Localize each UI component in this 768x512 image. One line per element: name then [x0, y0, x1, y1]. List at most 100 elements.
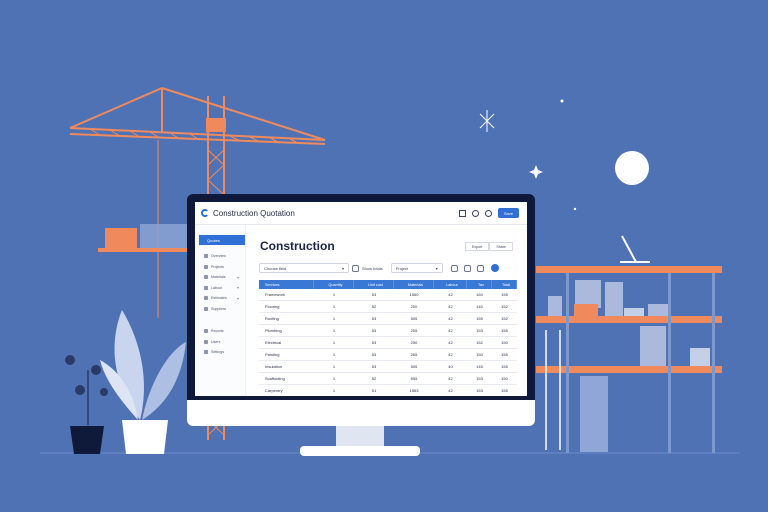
table-cell: 1: [332, 328, 336, 333]
chevron-down-icon: ▾: [236, 285, 239, 291]
table-cell: 42: [448, 328, 453, 333]
column-header[interactable]: Unit cost: [354, 280, 394, 289]
table-cell: 265: [410, 352, 418, 357]
table-cell: 160: [476, 292, 483, 297]
app-logo-icon: [201, 209, 209, 217]
table-cell: 152: [476, 340, 483, 345]
table-cell: Framework: [265, 292, 286, 297]
field-select[interactable]: Choose field ▾: [259, 263, 349, 273]
sidebar-dot-icon: [204, 296, 208, 301]
monitor-chin: [187, 400, 535, 426]
table-cell: 42: [448, 340, 453, 345]
sidebar-item[interactable]: Materials ▾: [195, 272, 245, 283]
table-row[interactable]: Insulation 1 53 505 40 145 155: [259, 361, 517, 373]
table-row[interactable]: Flooring 1 52 200 42 140 152: [259, 301, 517, 313]
sidebar-item-active[interactable]: Quotes: [199, 235, 245, 245]
sidebar-item[interactable]: Suppliers: [195, 304, 245, 315]
sidebar-item[interactable]: Users: [195, 337, 245, 348]
table-cell: 505: [410, 364, 418, 369]
sidebar-dot-icon: [204, 275, 208, 280]
page-title: Construction: [260, 239, 335, 253]
monitor-stand: [300, 446, 420, 456]
table-cell: 200: [410, 304, 418, 309]
column-header[interactable]: Tax: [467, 280, 492, 289]
table-cell: 1: [332, 292, 336, 297]
refresh-icon[interactable]: [463, 264, 471, 272]
table-cell: 152: [501, 304, 508, 309]
table-row[interactable]: Painting 1 53 265 42 150 155: [259, 349, 517, 361]
table-cell: Plumbing: [265, 328, 282, 333]
chevron-down-icon: ▾: [341, 265, 344, 271]
column-header[interactable]: Total: [492, 280, 517, 289]
table-cell: 155: [501, 292, 508, 297]
table-row[interactable]: Roofing 1 53 505 42 155 152: [259, 313, 517, 325]
sidebar-item[interactable]: Labour ▾: [195, 283, 245, 294]
sidebar: Quotes Overview Projects Materials ▾ Labo…: [195, 225, 246, 396]
user-icon[interactable]: [484, 209, 492, 217]
chevron-down-icon: ▾: [236, 274, 239, 280]
share-button[interactable]: Share: [489, 242, 513, 251]
add-icon[interactable]: [490, 264, 499, 272]
monitor: Construction Quotation Save Quotes Overv…: [187, 194, 535, 426]
window-icon[interactable]: [458, 209, 466, 217]
table-cell: 42: [448, 316, 453, 321]
moon-icon: [615, 151, 649, 185]
table-row[interactable]: Electrical 1 53 250 42 152 150: [259, 337, 517, 349]
sidebar-item[interactable]: Estimates ▾: [195, 293, 245, 304]
sparkle-icon: [529, 165, 543, 179]
sidebar-item[interactable]: Projects: [195, 262, 245, 273]
table-cell: 42: [448, 352, 453, 357]
sidebar-dot-icon: [204, 306, 208, 311]
chevron-down-icon: ▾: [435, 265, 438, 271]
table-cell: Scaffolding: [265, 376, 285, 381]
column-header[interactable]: Materials: [394, 280, 434, 289]
table-cell: 1: [332, 388, 336, 393]
filter-label: Show totals: [362, 265, 383, 271]
table-cell: 205: [410, 328, 418, 333]
table-cell: 53: [371, 364, 377, 369]
table-row[interactable]: Scaffolding 1 52 555 42 153 150: [259, 373, 517, 385]
table-row[interactable]: Plumbing 1 53 205 42 153 155: [259, 325, 517, 337]
table-cell: 555: [410, 376, 418, 381]
container: [140, 224, 188, 250]
main-content: Construction Export Share Choose field ▾…: [253, 225, 523, 396]
table-cell: 42: [448, 304, 453, 309]
table-cell: 155: [476, 316, 483, 321]
table-cell: 42: [448, 388, 453, 393]
column-header[interactable]: Labour: [434, 280, 467, 289]
sidebar-item[interactable]: Settings: [195, 347, 245, 358]
table-row[interactable]: Framework 1 53 1560 42 160 155: [259, 289, 517, 301]
table-cell: Electrical: [265, 340, 282, 345]
search-icon[interactable]: [476, 264, 484, 272]
sidebar-dot-icon: [204, 264, 208, 269]
column-header[interactable]: Quantity: [314, 280, 354, 289]
table-cell: 1: [332, 364, 336, 369]
quote-table: Services Quantity Unit cost Materials La…: [259, 280, 517, 396]
table-cell: 1: [332, 352, 336, 357]
sidebar-item[interactable]: Reports: [195, 326, 245, 337]
table-cell: 150: [501, 340, 508, 345]
table-cell: Painting: [265, 352, 280, 357]
table-cell: 1: [332, 304, 336, 309]
filter-icon[interactable]: [352, 264, 359, 272]
chevron-down-icon: ▾: [236, 295, 239, 301]
table-cell: 250: [410, 340, 418, 345]
title-bar: Construction Quotation Save: [195, 202, 527, 225]
sidebar-dot-icon: [204, 285, 208, 290]
star-dot: [573, 207, 577, 211]
link-icon[interactable]: [450, 264, 458, 272]
table-cell: 152: [501, 316, 508, 321]
column-header[interactable]: Services: [259, 280, 314, 289]
sidebar-item[interactable]: Overview: [195, 251, 245, 262]
table-row[interactable]: Carpentry 1 51 1563 42 153 155: [259, 385, 517, 396]
table-cell: 145: [476, 364, 483, 369]
header-save-button[interactable]: Save: [497, 208, 519, 218]
monitor-neck: [336, 426, 384, 448]
table-cell: 42: [448, 376, 453, 381]
notification-icon[interactable]: [471, 209, 479, 217]
project-select[interactable]: Project ▾: [390, 263, 443, 273]
export-button[interactable]: Export: [465, 242, 490, 251]
table-cell: 53: [371, 292, 377, 297]
table-cell: 53: [371, 340, 377, 345]
table-cell: 52: [371, 376, 377, 381]
